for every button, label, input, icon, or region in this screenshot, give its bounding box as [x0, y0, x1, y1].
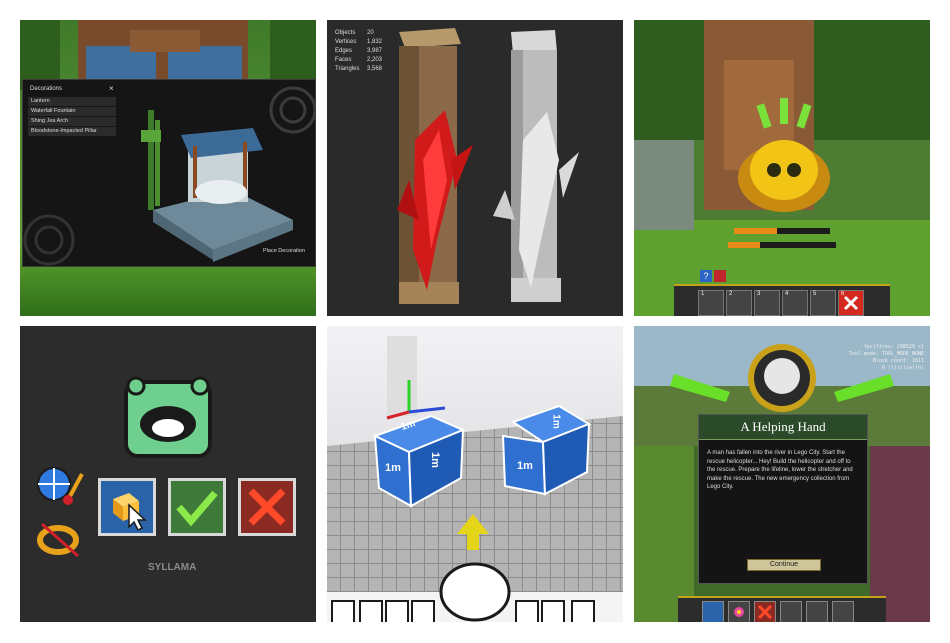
editor-tools-screenshot: SYLLAMA — [20, 326, 316, 622]
quest-title: A Helping Hand — [740, 419, 826, 434]
hotbar-slot[interactable]: 3 — [754, 290, 780, 316]
move-tool-button[interactable] — [411, 600, 435, 622]
decoration-item-lantern[interactable]: Lantern — [28, 97, 116, 106]
cube-top-label: 1m — [550, 414, 562, 429]
help-badge[interactable]: ? — [700, 270, 712, 282]
cube-face-label: 1m — [517, 460, 533, 472]
forest-scene — [634, 20, 930, 316]
close-icon — [248, 488, 286, 526]
decorations-title: Decorations — [30, 86, 63, 92]
close-icon[interactable]: × — [109, 84, 114, 93]
ring-disable-icon[interactable] — [36, 518, 84, 560]
pillar-model-screenshot: Objects 20 Vertices 1,832 Edges 3,987 Faces… — [327, 20, 623, 316]
hotbar-slot[interactable]: 1 — [698, 290, 724, 316]
hotbar-slot[interactable] — [806, 601, 828, 622]
pillar-models — [397, 28, 579, 304]
place-decoration-button[interactable]: Place Decoration — [263, 248, 305, 254]
debug-line: Tool mode: TOOL_MODE_NONE — [848, 351, 924, 357]
hotbar-slot[interactable] — [780, 601, 802, 622]
creature-avatar-icon — [124, 376, 212, 458]
debug-line: fps[fires: 298529 s] — [863, 344, 924, 350]
checkmark-icon — [176, 490, 218, 527]
grid-scene — [327, 326, 623, 622]
select-tool-slot[interactable] — [702, 601, 724, 622]
decorations-screenshot: Decorations × Lantern Waterfall Fountain… — [20, 20, 316, 316]
cursor-tool-button[interactable] — [331, 600, 355, 622]
decorations-list-panel: Decorations × Lantern Waterfall Fountain… — [26, 83, 116, 141]
swap-icon[interactable] — [714, 270, 726, 282]
extra-tool-button[interactable] — [571, 600, 595, 622]
close-icon — [843, 295, 859, 311]
slot-number: 3 — [757, 291, 761, 297]
slot-number: 1 — [701, 291, 705, 297]
quest-dialog-screenshot: fps[fires: 298529 s] Tool mode: TOOL_MOD… — [634, 326, 930, 622]
hotbar-slot[interactable]: 2 — [726, 290, 752, 316]
continue-button[interactable]: Continue — [747, 559, 821, 571]
select-tool-button[interactable] — [98, 478, 156, 536]
flower-tool-slot[interactable] — [728, 601, 750, 622]
slot-number: 4 — [785, 291, 789, 297]
player-health-bar — [728, 242, 836, 248]
cancel-button[interactable] — [754, 601, 776, 622]
cube-side-label: 1m — [428, 452, 441, 468]
debug-line: 0 (t)(c)(w)(h) — [881, 365, 924, 371]
syllama-logo: SYLLAMA — [148, 562, 197, 573]
quest-body: A man has fallen into the river in Lego … — [707, 450, 853, 490]
debug-overlay: fps[fires: 298529 s] Tool mode: TOOL_MOD… — [784, 344, 924, 372]
lower-button[interactable] — [541, 600, 565, 622]
close-icon — [757, 604, 773, 620]
hammer-tool-button[interactable] — [359, 600, 383, 622]
enemy-health-fill — [734, 228, 778, 234]
quest-dialog: A Helping Hand A man has fallen into the… — [698, 414, 868, 584]
hotbar-slot[interactable]: 4 — [782, 290, 808, 316]
player-health-fill — [728, 242, 761, 248]
hotbar: 1 2 3 4 5 6 — [674, 284, 890, 316]
slot-number: 5 — [813, 291, 817, 297]
decoration-item-waterfall-fountain[interactable]: Waterfall Fountain — [28, 107, 116, 116]
enemy-health-bar — [734, 228, 830, 234]
decoration-item-shing-jea-arch[interactable]: Shing Jea Arch — [28, 117, 116, 126]
hotbar-slot[interactable]: 5 — [810, 290, 836, 316]
hotbar — [678, 596, 886, 622]
debug-line: Block count: 1611 — [872, 358, 924, 364]
cube-face-label: 1m — [385, 462, 401, 474]
quest-title-bar: A Helping Hand — [699, 415, 867, 440]
flower-icon — [734, 607, 744, 617]
raise-button[interactable] — [515, 600, 539, 622]
cancel-button[interactable]: 6 — [838, 290, 864, 316]
decorations-window: Decorations × Lantern Waterfall Fountain… — [22, 79, 316, 267]
add-block-button[interactable] — [385, 600, 409, 622]
creature-screenshot: ? 1 2 3 4 5 6 — [634, 20, 930, 316]
confirm-button[interactable] — [168, 478, 226, 536]
cube-editor-screenshot: 1m 1m 1m 1m 1m — [327, 326, 623, 622]
slot-number: 2 — [729, 291, 733, 297]
cursor-block-icon — [113, 493, 147, 532]
decoration-item-bloodstone-pillar[interactable]: Bloodstone-Impacted Pillar — [28, 127, 116, 136]
globe-link-icon[interactable] — [34, 464, 86, 508]
hotbar-slot[interactable] — [832, 601, 854, 622]
cancel-button[interactable] — [238, 478, 296, 536]
